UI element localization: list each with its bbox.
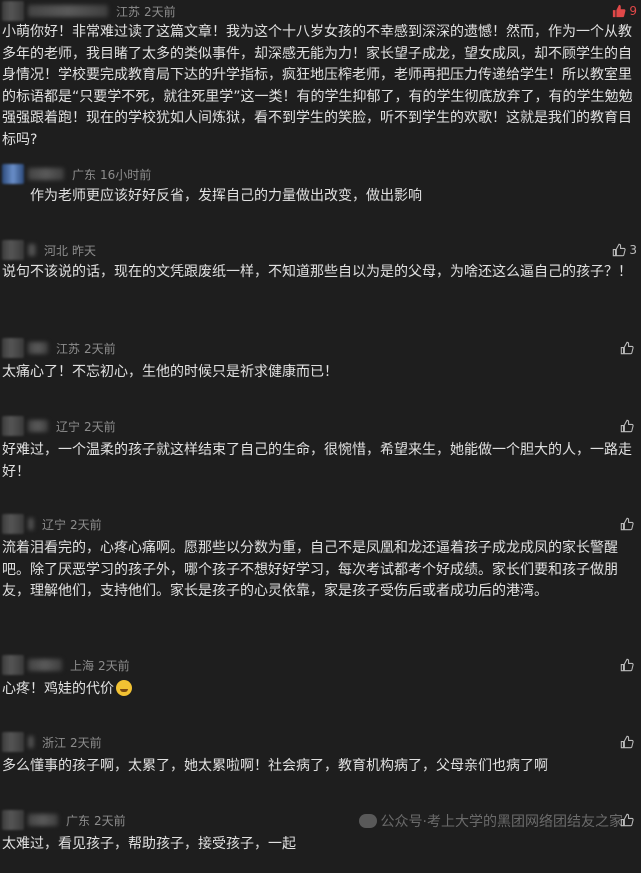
- thumb-up-icon: [620, 341, 634, 355]
- comment-time: 2天前: [94, 813, 126, 828]
- comment-meta: 辽宁 2天前: [0, 416, 116, 436]
- comment-location: 上海: [70, 658, 95, 673]
- avatar[interactable]: [2, 1, 24, 21]
- comment-meta: 江苏 2天前: [0, 1, 176, 21]
- thumb-up-icon: [620, 735, 634, 749]
- comment-location: 辽宁: [56, 419, 81, 434]
- comment-location: 广东: [72, 167, 97, 182]
- avatar[interactable]: [2, 514, 24, 534]
- avatar[interactable]: [2, 338, 24, 358]
- comment-time: 2天前: [84, 341, 116, 356]
- comment-text: 太痛心了！不忘初心，生他的时候只是祈求健康而已！: [2, 364, 338, 380]
- comment-meta: 江苏 2天前: [0, 338, 116, 358]
- comment-time: 2天前: [144, 4, 176, 19]
- comment-location: 江苏: [116, 4, 141, 19]
- comment-time: 2天前: [70, 735, 102, 750]
- comment-text: 太难过，看见孩子，帮助孩子，接受孩子，一起: [2, 836, 296, 852]
- like-button[interactable]: [620, 655, 637, 675]
- thumb-up-icon: [613, 4, 626, 18]
- avatar[interactable]: [2, 810, 24, 830]
- username-blurred[interactable]: [28, 420, 48, 432]
- comment-time: 2天前: [70, 517, 102, 532]
- comment-meta: 辽宁 2天前: [0, 514, 102, 534]
- comment-meta: 广东 2天前: [0, 810, 126, 830]
- comment-location: 江苏: [56, 341, 81, 356]
- username-blurred[interactable]: [28, 244, 36, 256]
- username-blurred[interactable]: [28, 814, 58, 826]
- avatar[interactable]: [2, 732, 24, 752]
- comment-text-wrapper: 心疼！鸡娃的代价: [2, 679, 636, 701]
- comment-location: 广东: [66, 813, 91, 828]
- comment-meta: 广东 16小时前: [0, 164, 151, 184]
- avatar[interactable]: [2, 416, 24, 436]
- thumb-up-icon: [620, 517, 634, 531]
- comment-text: 心疼！鸡娃的代价: [2, 681, 114, 697]
- wechat-icon: [358, 814, 377, 828]
- like-button[interactable]: [620, 514, 637, 534]
- comment-text: 作为老师更应该好好反省，发挥自己的力量做出改变，做出影响: [30, 188, 422, 204]
- like-button[interactable]: [620, 338, 637, 358]
- like-button[interactable]: 9: [612, 1, 637, 21]
- username-blurred[interactable]: [28, 5, 108, 17]
- comment-time: 16小时前: [100, 167, 152, 182]
- comment-text: 小萌你好！非常难过读了这篇文章！我为这个十八岁女孩的不幸感到深深的遗憾！然而，作…: [2, 24, 633, 148]
- comment-text: 说句不该说的话，现在的文凭跟废纸一样，不知道那些自以为是的父母，为啥还这么逼自己…: [2, 264, 632, 280]
- comment-time: 昨天: [72, 243, 97, 258]
- comment-location: 辽宁: [42, 517, 67, 532]
- comment-time: 2天前: [84, 419, 116, 434]
- like-button[interactable]: [620, 416, 637, 436]
- like-button[interactable]: [620, 732, 637, 752]
- username-blurred[interactable]: [28, 736, 34, 748]
- comment-time: 2天前: [98, 658, 130, 673]
- watermark-text: 公众号·考上大学的黑团网络团结友之家: [380, 814, 623, 830]
- watermark: 公众号·考上大学的黑团网络团结友之家: [358, 811, 623, 831]
- username-blurred[interactable]: [28, 518, 34, 530]
- thumb-up-icon: [620, 419, 634, 433]
- crying-face-icon: [116, 680, 132, 696]
- username-blurred[interactable]: [28, 659, 62, 671]
- like-count: 9: [629, 4, 637, 18]
- comment-meta: 河北 昨天: [0, 240, 96, 260]
- comment-text: 流着泪看完的，心疼心痛啊。愿那些以分数为重，自己不是凤凰和龙还逼着孩子成龙成凤的…: [2, 540, 618, 599]
- comment-meta: 上海 2天前: [0, 655, 130, 675]
- avatar[interactable]: [2, 164, 24, 184]
- username-blurred[interactable]: [28, 342, 48, 354]
- avatar[interactable]: [2, 240, 24, 260]
- like-count: 3: [629, 243, 637, 257]
- comment-text: 好难过，一个温柔的孩子就这样结束了自己的生命，很惋惜，希望来生，她能做一个胆大的…: [2, 442, 632, 480]
- avatar[interactable]: [2, 655, 24, 675]
- comment-meta: 浙江 2天前: [0, 732, 102, 752]
- thumb-up-icon: [613, 243, 626, 257]
- username-blurred[interactable]: [28, 168, 64, 180]
- comment-location: 浙江: [42, 735, 67, 750]
- comment-text: 多么懂事的孩子啊，太累了，她太累啦啊！社会病了，教育机构病了，父母亲们也病了啊: [2, 758, 548, 774]
- thumb-up-icon: [620, 658, 634, 672]
- like-button[interactable]: 3: [612, 240, 637, 260]
- comment-location: 河北: [44, 243, 69, 258]
